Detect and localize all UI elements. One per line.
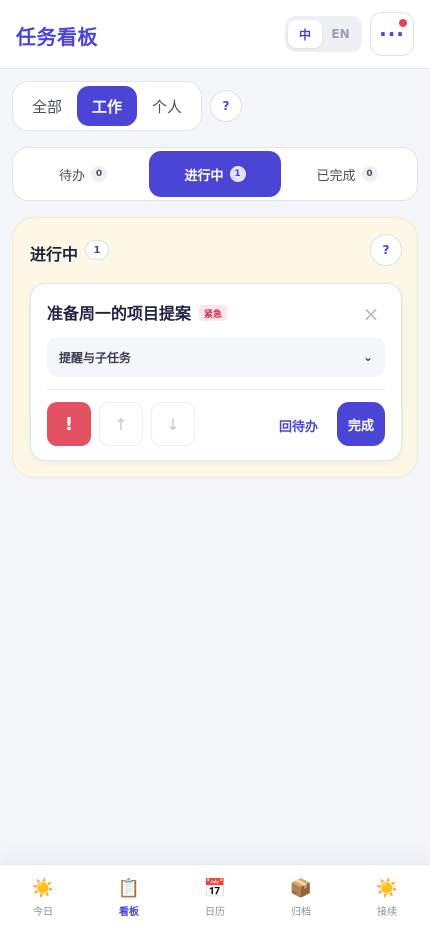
sun-icon: ☀️ <box>31 878 55 899</box>
move-up-button[interactable]: ↑ <box>99 402 143 446</box>
urgent-badge: 紧急 <box>199 305 228 321</box>
card-divider <box>47 389 385 390</box>
nav-today[interactable]: ☀️ 今日 <box>13 878 73 919</box>
arrow-down-icon: ↓ <box>166 414 180 434</box>
lang-zh-option[interactable]: 中 <box>288 20 322 48</box>
filter-work[interactable]: 工作 <box>77 86 137 126</box>
tab-done[interactable]: 已完成 0 <box>281 151 413 197</box>
filter-all[interactable]: 全部 <box>17 86 77 126</box>
clipboard-icon: 📋 <box>117 878 141 899</box>
app-title: 任务看板 <box>16 25 98 49</box>
task-title: 准备周一的项目提案 <box>47 304 192 323</box>
chevron-down-icon: ⌄ <box>362 350 373 364</box>
app-header: 任务看板 中 EN ··· <box>0 0 430 69</box>
nav-today-label: 今日 <box>33 907 53 918</box>
nav-calendar[interactable]: 📅 日历 <box>185 878 245 919</box>
column-title: 进行中 <box>30 245 79 264</box>
category-filter: 全部 工作 个人 <box>12 81 202 131</box>
nav-calendar-label: 日历 <box>205 907 225 918</box>
column-count: 1 <box>85 240 109 260</box>
tab-todo[interactable]: 待办 0 <box>17 151 149 197</box>
complete-button[interactable]: 完成 <box>337 402 385 446</box>
sun-icon: ☀️ <box>375 878 399 899</box>
filter-personal[interactable]: 个人 <box>137 86 197 126</box>
subtasks-label: 提醒与子任务 <box>59 350 132 365</box>
notification-dot <box>399 19 407 27</box>
nav-archive-label: 归档 <box>291 907 311 918</box>
tab-todo-label: 待办 <box>58 168 85 184</box>
more-menu-button[interactable]: ··· <box>370 12 414 56</box>
nav-board-label: 看板 <box>119 907 139 918</box>
status-tabs: 待办 0 进行中 1 已完成 0 <box>12 147 418 201</box>
tab-todo-count: 0 <box>91 166 107 182</box>
arrow-up-icon: ↑ <box>114 414 128 434</box>
tab-done-label: 已完成 <box>316 168 356 184</box>
nav-continue[interactable]: ☀️ 接续 <box>357 878 417 919</box>
tab-in-progress[interactable]: 进行中 1 <box>149 151 281 197</box>
close-icon[interactable]: × <box>357 300 385 328</box>
task-card: 准备周一的项目提案 紧急 × 提醒与子任务 ⌄ ! ↑ ↓ 回待办 完成 <box>30 283 402 461</box>
tab-in-progress-count: 1 <box>229 166 246 182</box>
subtasks-toggle[interactable]: 提醒与子任务 ⌄ <box>47 337 385 377</box>
move-down-button[interactable]: ↓ <box>151 402 195 446</box>
calendar-icon: 📅 <box>203 878 227 899</box>
nav-board[interactable]: 📋 看板 <box>99 878 159 919</box>
tab-in-progress-label: 进行中 <box>184 168 224 184</box>
filter-help-button[interactable]: ? <box>210 90 242 122</box>
back-to-todo-button[interactable]: 回待办 <box>279 416 318 435</box>
in-progress-column: 进行中 1 ? 准备周一的项目提案 紧急 × 提醒与子任务 ⌄ ! ↑ ↓ 回待… <box>12 217 418 478</box>
nav-continue-label: 接续 <box>377 907 397 918</box>
box-icon: 📦 <box>289 878 313 899</box>
priority-button[interactable]: ! <box>47 402 91 446</box>
tab-done-count: 0 <box>361 166 378 182</box>
lang-en-option[interactable]: EN <box>322 20 359 48</box>
nav-archive[interactable]: 📦 归档 <box>271 878 331 919</box>
column-help-button[interactable]: ? <box>370 234 402 266</box>
language-switch[interactable]: 中 EN <box>285 16 362 52</box>
bottom-nav: ☀️ 今日 📋 看板 📅 日历 📦 归档 ☀️ 接续 <box>0 864 430 932</box>
